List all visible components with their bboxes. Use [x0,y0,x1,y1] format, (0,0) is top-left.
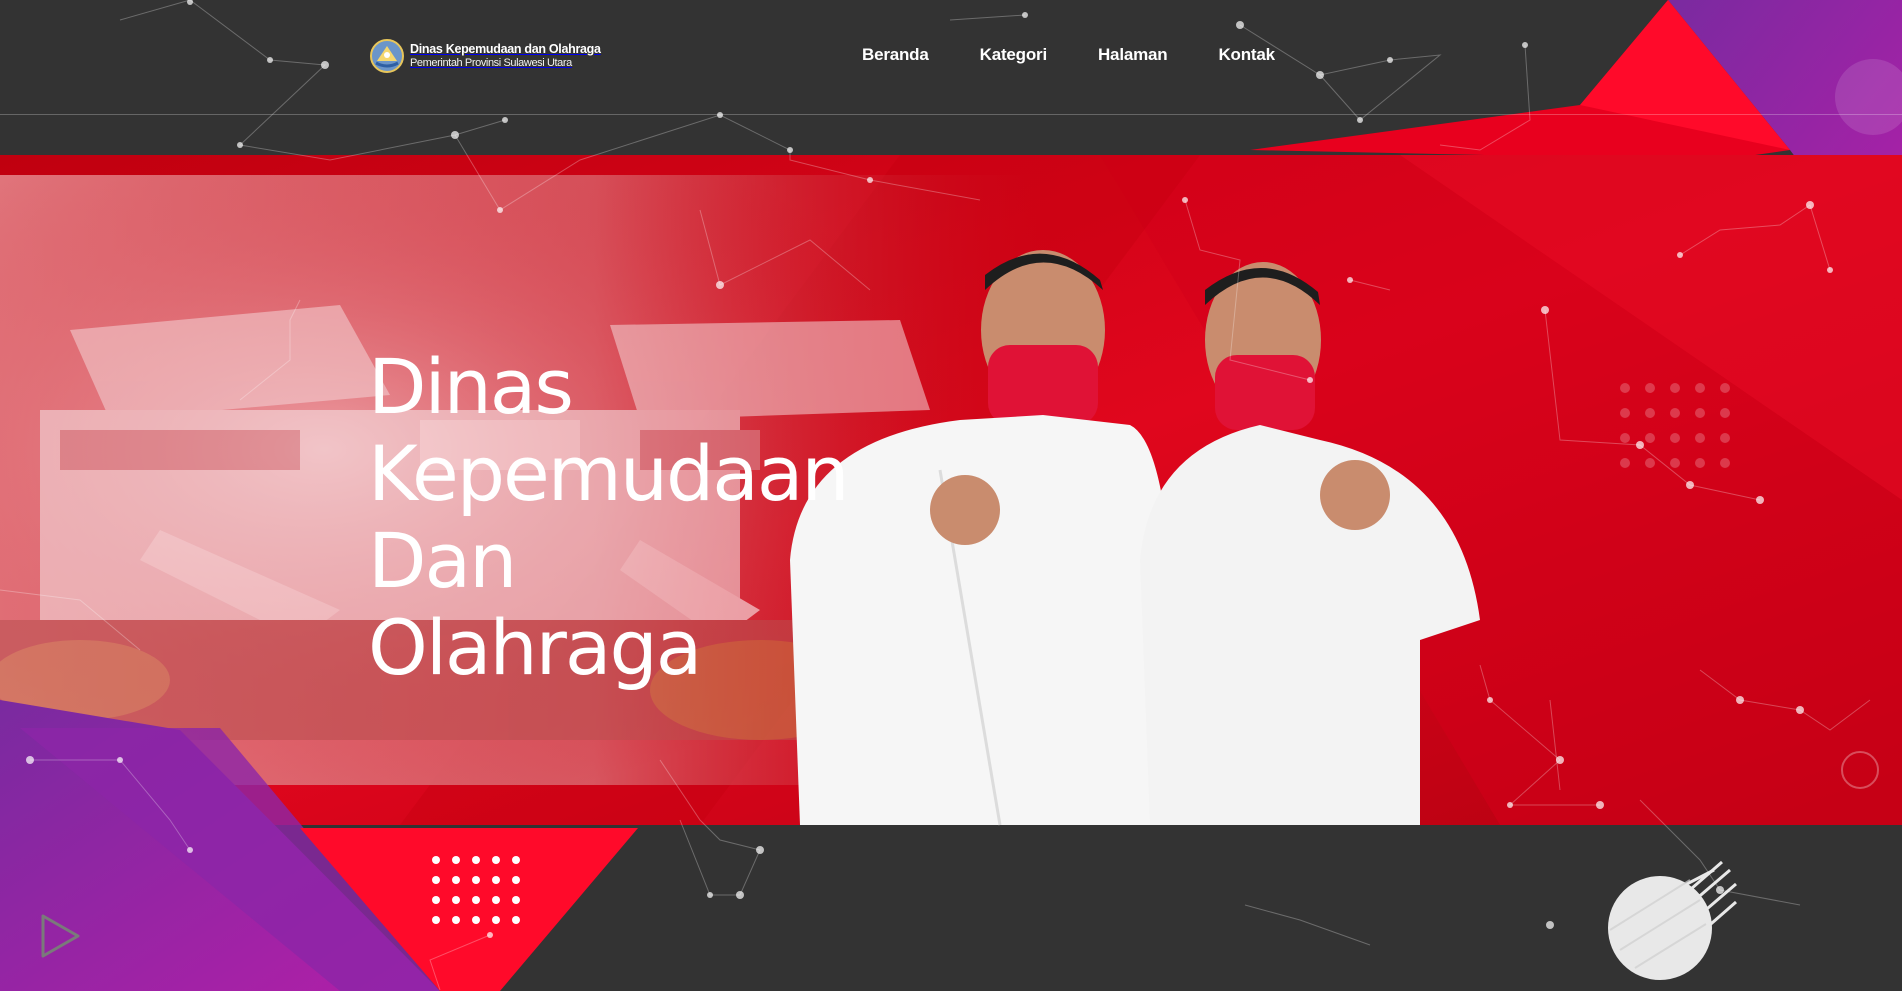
nav-item-beranda[interactable]: Beranda [862,45,929,65]
site-subtitle: Pemerintah Provinsi Sulawesi Utara [410,56,572,69]
nav-item-halaman[interactable]: Halaman [1098,45,1168,65]
nav-item-kontak[interactable]: Kontak [1218,45,1275,65]
hero-title-line: Kepemudaan [368,429,850,518]
site-header: Dinas Kepemudaan dan Olahraga Pemerintah… [0,0,1902,115]
hero-title: Dinas Kepemudaan Dan Olahraga [368,342,850,692]
site-brand[interactable]: Dinas Kepemudaan dan Olahraga Pemerintah… [370,39,601,73]
hero-title-line: Dan [368,516,517,605]
emblem-logo-icon [370,39,404,73]
main-nav: Beranda Kategori Halaman Kontak [862,45,1326,65]
nav-item-kategori[interactable]: Kategori [980,45,1048,65]
play-icon [41,914,80,958]
site-name: Dinas Kepemudaan dan Olahraga [410,42,601,57]
hero-title-line: Olahraga [368,603,702,692]
hero-banner-artwork [0,0,1902,991]
hero-title-line: Dinas [368,342,574,431]
